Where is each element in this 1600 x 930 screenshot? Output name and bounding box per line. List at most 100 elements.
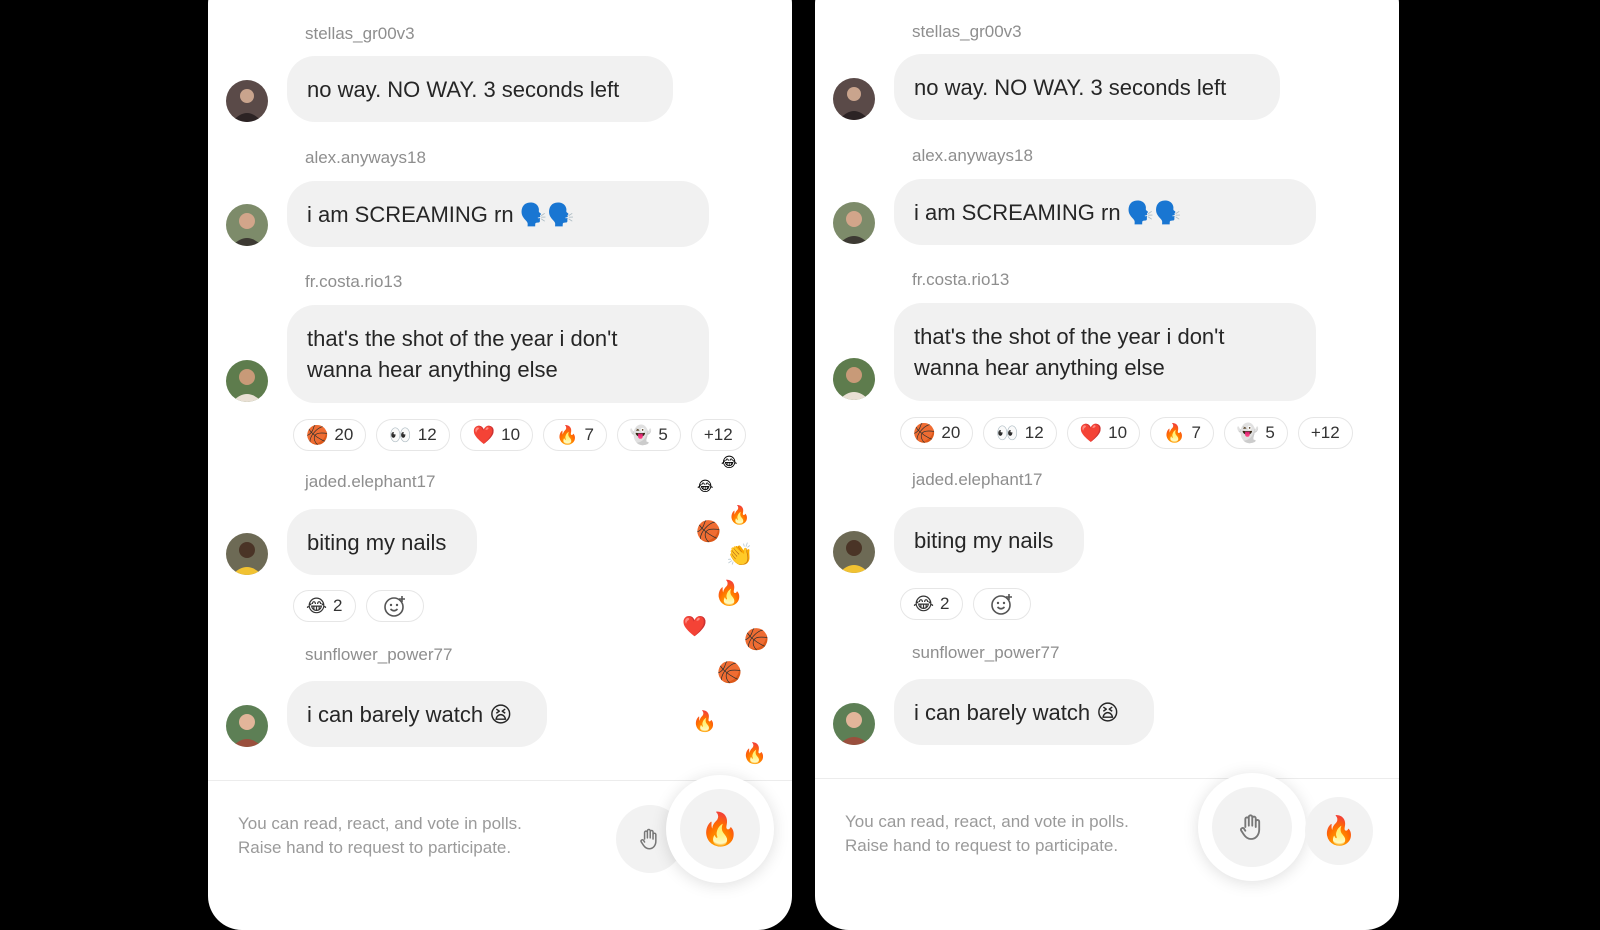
ghost-emoji: 👻 [1236,422,1260,443]
composer-footer: You can read, react, and vote in polls. … [208,775,792,901]
message-bubble[interactable]: i can barely watch 😫 [287,681,547,747]
reaction-count: 5 [658,425,668,444]
username: stellas_gr00v3 [912,22,1022,41]
react-fire-button[interactable]: 🔥 [666,775,774,883]
reaction-count: 20 [941,423,961,442]
message-bubble[interactable]: that's the shot of the year i don't wann… [287,305,709,403]
chat-view: stellas_gr00v3 no way. NO WAY. 3 seconds… [208,0,792,900]
raise-hand-button[interactable] [1198,773,1306,881]
avatar[interactable] [226,533,268,575]
avatar[interactable] [833,202,875,244]
reaction-count: 2 [940,594,950,613]
raise-hand-icon [640,828,657,850]
basketball-emoji: 🏀 [913,422,936,443]
message-text: biting my nails [914,527,1054,553]
avatar[interactable] [226,80,268,122]
hint-line: Raise hand to request to participate. [845,836,1119,855]
chat-view: stellas_gr00v3 no way. NO WAY. 3 seconds… [815,0,1399,900]
message-bubble[interactable]: i can barely watch 😫 [894,679,1154,745]
more-reactions-count: +12 [703,425,733,444]
reaction-chip-ghost[interactable]: 👻 5 [616,419,681,451]
fire-icon: 🔥 [1321,815,1357,846]
phone-screen-right: stellas_gr00v3 no way. NO WAY. 3 seconds… [815,0,1399,930]
reaction-count: 7 [584,425,594,444]
floating-emoji: 😂 [697,478,714,494]
listener-hint: You can read, react, and vote in polls. … [845,810,1129,858]
eyes-emoji: 👀 [389,424,412,445]
reaction-chip-fire[interactable]: 🔥 7 [543,419,607,451]
message-bubble[interactable]: that's the shot of the year i don't wann… [894,303,1316,401]
message-text-line: wanna hear anything else [307,357,558,382]
username: jaded.elephant17 [305,472,436,491]
message-text: i can barely watch 😫 [307,701,513,727]
username: alex.anyways18 [912,146,1033,165]
reaction-bar: 😂 2 [900,588,1031,620]
reaction-count: 10 [501,425,521,444]
hint-line: You can read, react, and vote in polls. [845,812,1129,831]
react-fire-button[interactable]: 🔥 [1305,797,1373,865]
message-bubble[interactable]: i am SCREAMING rn 🗣️🗣️ [894,179,1316,245]
avatar[interactable] [833,531,875,573]
reaction-chip-eyes[interactable]: 👀 12 [376,419,450,451]
username: stellas_gr00v3 [305,24,415,43]
composer-footer: You can read, react, and vote in polls. … [815,773,1399,899]
avatar[interactable] [226,204,268,246]
username: alex.anyways18 [305,148,426,167]
reaction-chip-basketball[interactable]: 🏀 20 [293,419,367,451]
raise-hand-button-face [1212,787,1292,867]
message-text: i can barely watch 😫 [914,699,1120,725]
add-reaction-button[interactable] [972,588,1031,620]
message-text: no way. NO WAY. 3 seconds left [307,76,620,102]
username: sunflower_power77 [305,645,453,664]
avatar[interactable] [226,705,268,747]
reaction-count: 5 [1265,423,1275,442]
basketball-emoji: 🏀 [306,424,329,445]
reaction-chip-laugh[interactable]: 😂 2 [293,590,356,622]
laughing-emoji: 😂 [306,595,328,616]
reaction-chip-more[interactable]: +12 [1297,417,1353,449]
message-text-line: that's the shot of the year i don't [914,324,1225,349]
reaction-bar: 🏀 20 👀 12 ❤️ 10 🔥 7 👻 5 +12 [293,419,746,451]
eyes-emoji: 👀 [996,422,1019,443]
reaction-chip-eyes[interactable]: 👀 12 [983,417,1057,449]
floating-emoji: 🔥 [742,743,767,765]
message-bubble[interactable]: no way. NO WAY. 3 seconds left [287,56,673,122]
reaction-count: 12 [417,425,437,444]
reaction-count: 10 [1108,423,1128,442]
message-text: i am SCREAMING rn 🗣️🗣️ [307,201,575,227]
message-bubble[interactable]: biting my nails [894,507,1084,573]
floating-emoji: 😂 [721,454,738,470]
message-text: i am SCREAMING rn 🗣️🗣️ [914,199,1182,225]
reaction-chip-laugh[interactable]: 😂 2 [900,588,963,620]
floating-emoji: 🏀 [696,521,721,543]
message-bubble[interactable]: i am SCREAMING rn 🗣️🗣️ [287,181,709,247]
floating-emoji: 🔥 [714,580,744,607]
reaction-chip-ghost[interactable]: 👻 5 [1223,417,1288,449]
reaction-count: 2 [333,596,343,615]
floating-emoji: 👏 [726,542,754,567]
reaction-chip-heart[interactable]: ❤️ 10 [1066,417,1141,449]
avatar[interactable] [833,703,875,745]
username: sunflower_power77 [912,643,1060,662]
fire-emoji: 🔥 [556,424,579,445]
add-reaction-icon [990,594,1012,615]
heart-emoji: ❤️ [472,424,496,445]
floating-emoji: 🔥 [692,711,717,733]
reaction-chip-fire[interactable]: 🔥 7 [1150,417,1214,449]
avatar[interactable] [833,358,875,400]
reaction-count: 20 [334,425,354,444]
add-reaction-button[interactable] [365,590,424,622]
hint-line: You can read, react, and vote in polls. [238,814,522,833]
username: fr.costa.rio13 [912,270,1010,289]
reaction-chip-more[interactable]: +12 [690,419,746,451]
message-bubble[interactable]: biting my nails [287,509,477,575]
avatar[interactable] [226,360,268,402]
floating-emoji: 🏀 [744,629,769,651]
heart-emoji: ❤️ [1079,422,1103,443]
reaction-chip-heart[interactable]: ❤️ 10 [459,419,534,451]
message-bubble[interactable]: no way. NO WAY. 3 seconds left [894,54,1280,120]
more-reactions-count: +12 [1310,423,1340,442]
reaction-chip-basketball[interactable]: 🏀 20 [900,417,974,449]
reaction-bar: 😂 2 [293,590,424,622]
avatar[interactable] [833,78,875,120]
